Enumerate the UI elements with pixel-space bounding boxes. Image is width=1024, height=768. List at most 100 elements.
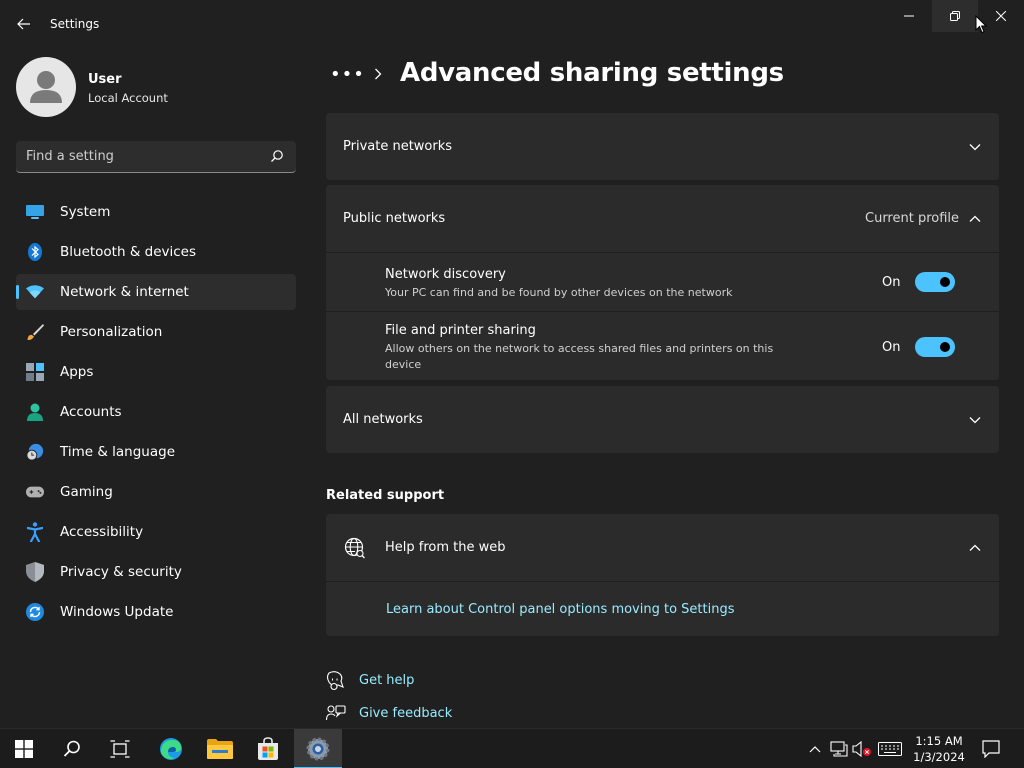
bluetooth-icon <box>26 243 44 261</box>
mouse-cursor-icon <box>975 15 987 34</box>
sidebar-item-windows-update[interactable]: Windows Update <box>16 594 296 630</box>
taskbar-search-button[interactable] <box>48 729 96 768</box>
sidebar-item-privacy[interactable]: Privacy & security <box>16 554 296 590</box>
keyboard-icon <box>878 742 902 756</box>
start-button[interactable] <box>0 729 48 768</box>
network-discovery-title: Network discovery <box>385 267 506 282</box>
toggle-knob <box>940 277 950 287</box>
task-view-icon <box>110 740 130 758</box>
public-networks-title: Public networks <box>343 211 446 226</box>
close-icon <box>996 11 1006 21</box>
search-input[interactable] <box>26 141 266 172</box>
person-icon <box>26 403 44 421</box>
sidebar-item-label: Gaming <box>60 484 113 500</box>
notifications-button[interactable] <box>981 739 1001 759</box>
store-icon <box>258 737 278 760</box>
chevron-down-icon <box>969 144 981 151</box>
edge-browser-icon <box>160 738 182 760</box>
sidebar-nav: System Bluetooth & devices Network & int… <box>16 194 296 634</box>
public-networks-header[interactable]: Public networks Current profile <box>326 185 999 252</box>
user-name: User <box>88 72 122 87</box>
give-feedback-item[interactable]: Give feedback <box>326 704 526 726</box>
current-profile-badge: Current profile <box>865 211 960 226</box>
gear-icon <box>306 737 330 761</box>
back-button[interactable] <box>8 10 40 38</box>
sidebar-item-apps[interactable]: Apps <box>16 354 296 390</box>
volume-tray-button[interactable] <box>852 739 872 759</box>
edge-button[interactable] <box>147 729 195 768</box>
settings-taskbar-button[interactable] <box>294 729 342 768</box>
sidebar-item-accessibility[interactable]: Accessibility <box>16 514 296 550</box>
sidebar-item-system[interactable]: System <box>16 194 296 230</box>
taskbar-clock[interactable]: 1:15 AM 1/3/2024 <box>910 733 968 765</box>
related-support-heading: Related support <box>326 488 445 503</box>
accessibility-icon <box>26 522 44 542</box>
file-printer-sharing-state: On <box>882 340 901 355</box>
chevron-up-icon <box>969 544 981 551</box>
sidebar-item-gaming[interactable]: Gaming <box>16 474 296 510</box>
file-explorer-button[interactable] <box>196 729 244 768</box>
sidebar-item-bluetooth[interactable]: Bluetooth & devices <box>16 234 296 270</box>
app-title: Settings <box>50 17 100 31</box>
sidebar-item-personalization[interactable]: Personalization <box>16 314 296 350</box>
sidebar-item-label: Personalization <box>60 324 163 340</box>
search-box[interactable] <box>16 141 296 173</box>
folder-icon <box>207 739 233 759</box>
page-title: Advanced sharing settings <box>400 58 784 88</box>
public-networks-card: Public networks Current profile Network … <box>326 185 999 380</box>
network-discovery-toggle[interactable] <box>915 272 955 292</box>
toggle-knob <box>940 342 950 352</box>
get-help-item[interactable]: Get help <box>326 671 526 693</box>
all-networks-title: All networks <box>343 412 423 427</box>
help-from-web-header[interactable]: Help from the web <box>326 514 999 581</box>
sidebar-item-label: Windows Update <box>60 604 174 620</box>
sidebar-item-label: Accessibility <box>60 524 144 540</box>
network-tray-button[interactable] <box>829 739 849 759</box>
file-printer-sharing-description: Allow others on the network to access sh… <box>385 342 774 371</box>
store-button[interactable] <box>244 729 292 768</box>
back-arrow-icon <box>17 18 30 30</box>
file-printer-sharing-title: File and printer sharing <box>385 323 536 338</box>
control-panel-options-link[interactable]: Learn about Control panel options moving… <box>386 602 735 617</box>
get-help-link[interactable]: Get help <box>359 673 414 688</box>
task-view-button[interactable] <box>96 729 144 768</box>
private-networks-card[interactable]: Private networks <box>326 113 999 180</box>
chevron-down-icon <box>969 417 981 424</box>
globe-clock-icon <box>26 443 44 461</box>
search-icon <box>63 740 80 757</box>
breadcrumb-overflow-button[interactable]: ••• <box>330 64 365 85</box>
sidebar-item-label: Privacy & security <box>60 564 182 580</box>
feedback-icon <box>326 705 346 721</box>
shield-icon <box>26 562 44 582</box>
all-networks-card[interactable]: All networks <box>326 386 999 453</box>
clock-date: 1/3/2024 <box>913 750 965 764</box>
sidebar-item-label: Time & language <box>60 444 176 460</box>
minimize-icon <box>904 15 914 17</box>
windows-logo-icon <box>15 740 33 758</box>
apps-icon <box>26 363 44 381</box>
touch-keyboard-button[interactable] <box>877 739 903 759</box>
restore-button[interactable] <box>932 0 978 32</box>
chevron-up-icon <box>969 215 981 222</box>
help-from-web-title: Help from the web <box>385 540 506 555</box>
sidebar-item-label: Bluetooth & devices <box>60 244 197 260</box>
minimize-button[interactable] <box>886 0 932 32</box>
sidebar-item-label: Apps <box>60 364 94 380</box>
get-help-icon <box>326 671 344 691</box>
show-hidden-icons-button[interactable] <box>805 739 825 759</box>
chevron-up-icon <box>809 746 821 753</box>
gamepad-icon <box>26 483 44 501</box>
search-icon <box>271 150 283 162</box>
give-feedback-link[interactable]: Give feedback <box>359 706 452 721</box>
sidebar-item-accounts[interactable]: Accounts <box>16 394 296 430</box>
file-printer-sharing-toggle[interactable] <box>915 337 955 357</box>
sidebar-item-label: Accounts <box>60 404 122 420</box>
avatar <box>16 57 76 117</box>
sidebar-item-network[interactable]: Network & internet <box>16 274 296 310</box>
breadcrumb: ••• Advanced sharing settings <box>326 56 1006 96</box>
network-icon <box>830 741 848 757</box>
user-profile[interactable]: User Local Account <box>16 57 296 117</box>
sidebar-item-time-language[interactable]: Time & language <box>16 434 296 470</box>
account-type: Local Account <box>88 91 168 105</box>
restore-icon <box>950 11 960 21</box>
